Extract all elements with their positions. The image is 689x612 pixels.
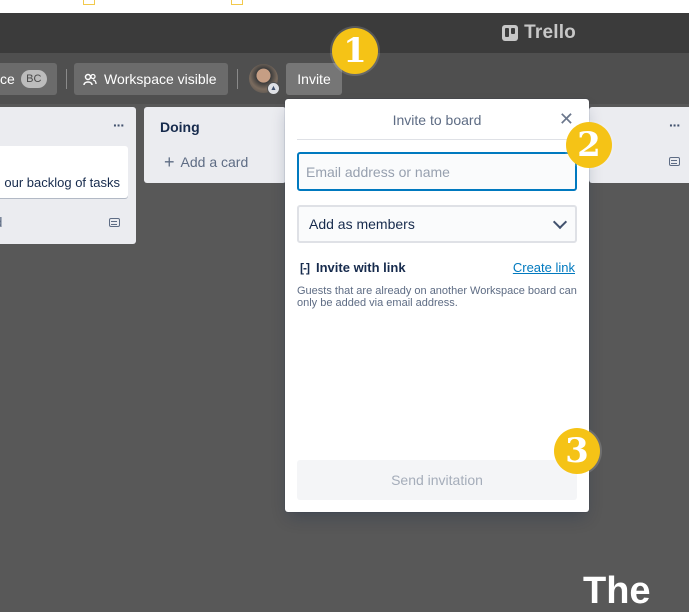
- trello-logo-text: Trello: [524, 22, 576, 43]
- add-card-label[interactable]: rd: [0, 214, 2, 230]
- workspace-name: ce: [0, 71, 15, 87]
- list-title[interactable]: Doing: [160, 119, 200, 135]
- card-template-icon[interactable]: [109, 218, 120, 227]
- email-input[interactable]: [297, 152, 577, 191]
- role-select-value: Add as members: [309, 216, 415, 232]
- callout-badge-2: 2: [566, 122, 612, 168]
- list-menu-icon[interactable]: ···: [113, 117, 125, 133]
- callout-badge-3: 3: [554, 428, 600, 474]
- list-menu-icon[interactable]: ···: [669, 117, 681, 133]
- invite-popover: Invite to board ✕ Add as members [-] Inv…: [285, 99, 589, 512]
- invite-button[interactable]: Invite: [286, 63, 342, 95]
- board-list-doing: Doing + Add a card: [144, 107, 286, 183]
- admin-chevron-icon: ▲: [267, 82, 280, 95]
- plus-icon: +: [164, 152, 175, 172]
- callout-badge-1: 1: [332, 28, 378, 74]
- header-divider: [237, 69, 238, 89]
- popover-title: Invite to board: [392, 112, 482, 128]
- invite-with-link-row: [-] Invite with link Create link: [300, 260, 575, 275]
- add-card-label: Add a card: [180, 154, 249, 170]
- member-avatar[interactable]: ▲: [249, 64, 280, 95]
- trello-logo[interactable]: Trello: [502, 22, 576, 44]
- add-card-button[interactable]: + Add a card: [164, 152, 249, 172]
- popover-divider: [297, 139, 577, 140]
- card-template-icon[interactable]: [669, 157, 680, 166]
- bookmark-folder-icon[interactable]: [83, 0, 95, 5]
- invite-with-link-label: Invite with link: [316, 260, 406, 275]
- board-list: ··· our backlog of tasks rd: [0, 107, 136, 244]
- browser-bookmarks-strip: [0, 0, 689, 13]
- link-icon: [-]: [300, 260, 310, 275]
- list-card[interactable]: our backlog of tasks: [0, 146, 128, 198]
- header-divider: [66, 69, 67, 89]
- card-title: our backlog of tasks: [4, 175, 120, 190]
- role-select[interactable]: Add as members: [297, 205, 577, 243]
- visibility-label: Workspace visible: [104, 71, 217, 87]
- guest-note: Guests that are already on another Works…: [297, 285, 577, 309]
- workspace-button[interactable]: ce BC: [0, 63, 57, 95]
- trello-logo-icon: [502, 25, 519, 41]
- visibility-button[interactable]: Workspace visible: [74, 63, 228, 95]
- bookmark-folder-icon[interactable]: [231, 0, 243, 5]
- create-link-button[interactable]: Create link: [513, 260, 575, 275]
- chevron-down-icon: [552, 214, 568, 229]
- workspace-badge: BC: [20, 70, 47, 88]
- send-invitation-button[interactable]: Send invitation: [297, 460, 577, 500]
- close-icon[interactable]: ✕: [559, 109, 574, 130]
- people-icon: [83, 73, 97, 85]
- overlay-caption: The: [583, 570, 651, 612]
